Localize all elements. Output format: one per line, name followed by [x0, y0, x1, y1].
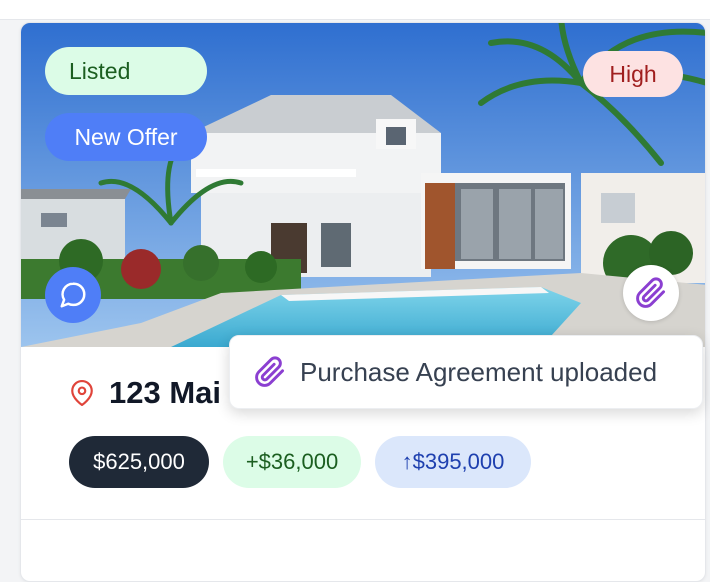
property-card[interactable]: Listed New Offer High 123 Mai $625,000 +…: [20, 22, 706, 582]
attachment-button[interactable]: [623, 265, 679, 321]
paperclip-icon: [255, 356, 284, 387]
new-offer-badge: New Offer: [45, 113, 207, 161]
gain-tag: +$36,000: [223, 436, 361, 488]
chat-bubble-icon: [60, 282, 86, 308]
price-tag: $625,000: [69, 436, 209, 488]
status-badge: Listed: [45, 47, 207, 95]
address-row: 123 Mai: [69, 375, 221, 411]
priority-badge: High: [583, 51, 683, 97]
card-divider: [21, 519, 705, 520]
price-tags: $625,000 +$36,000 ↑$395,000: [69, 436, 531, 488]
top-bar: [0, 0, 710, 20]
paperclip-icon: [636, 277, 665, 308]
chat-button[interactable]: [45, 267, 101, 323]
map-pin-icon: [71, 380, 93, 406]
upload-toast: Purchase Agreement uploaded: [229, 335, 703, 409]
appreciation-tag: ↑$395,000: [375, 436, 531, 488]
property-address: 123 Mai: [109, 375, 222, 410]
toast-message: Purchase Agreement uploaded: [300, 356, 658, 387]
